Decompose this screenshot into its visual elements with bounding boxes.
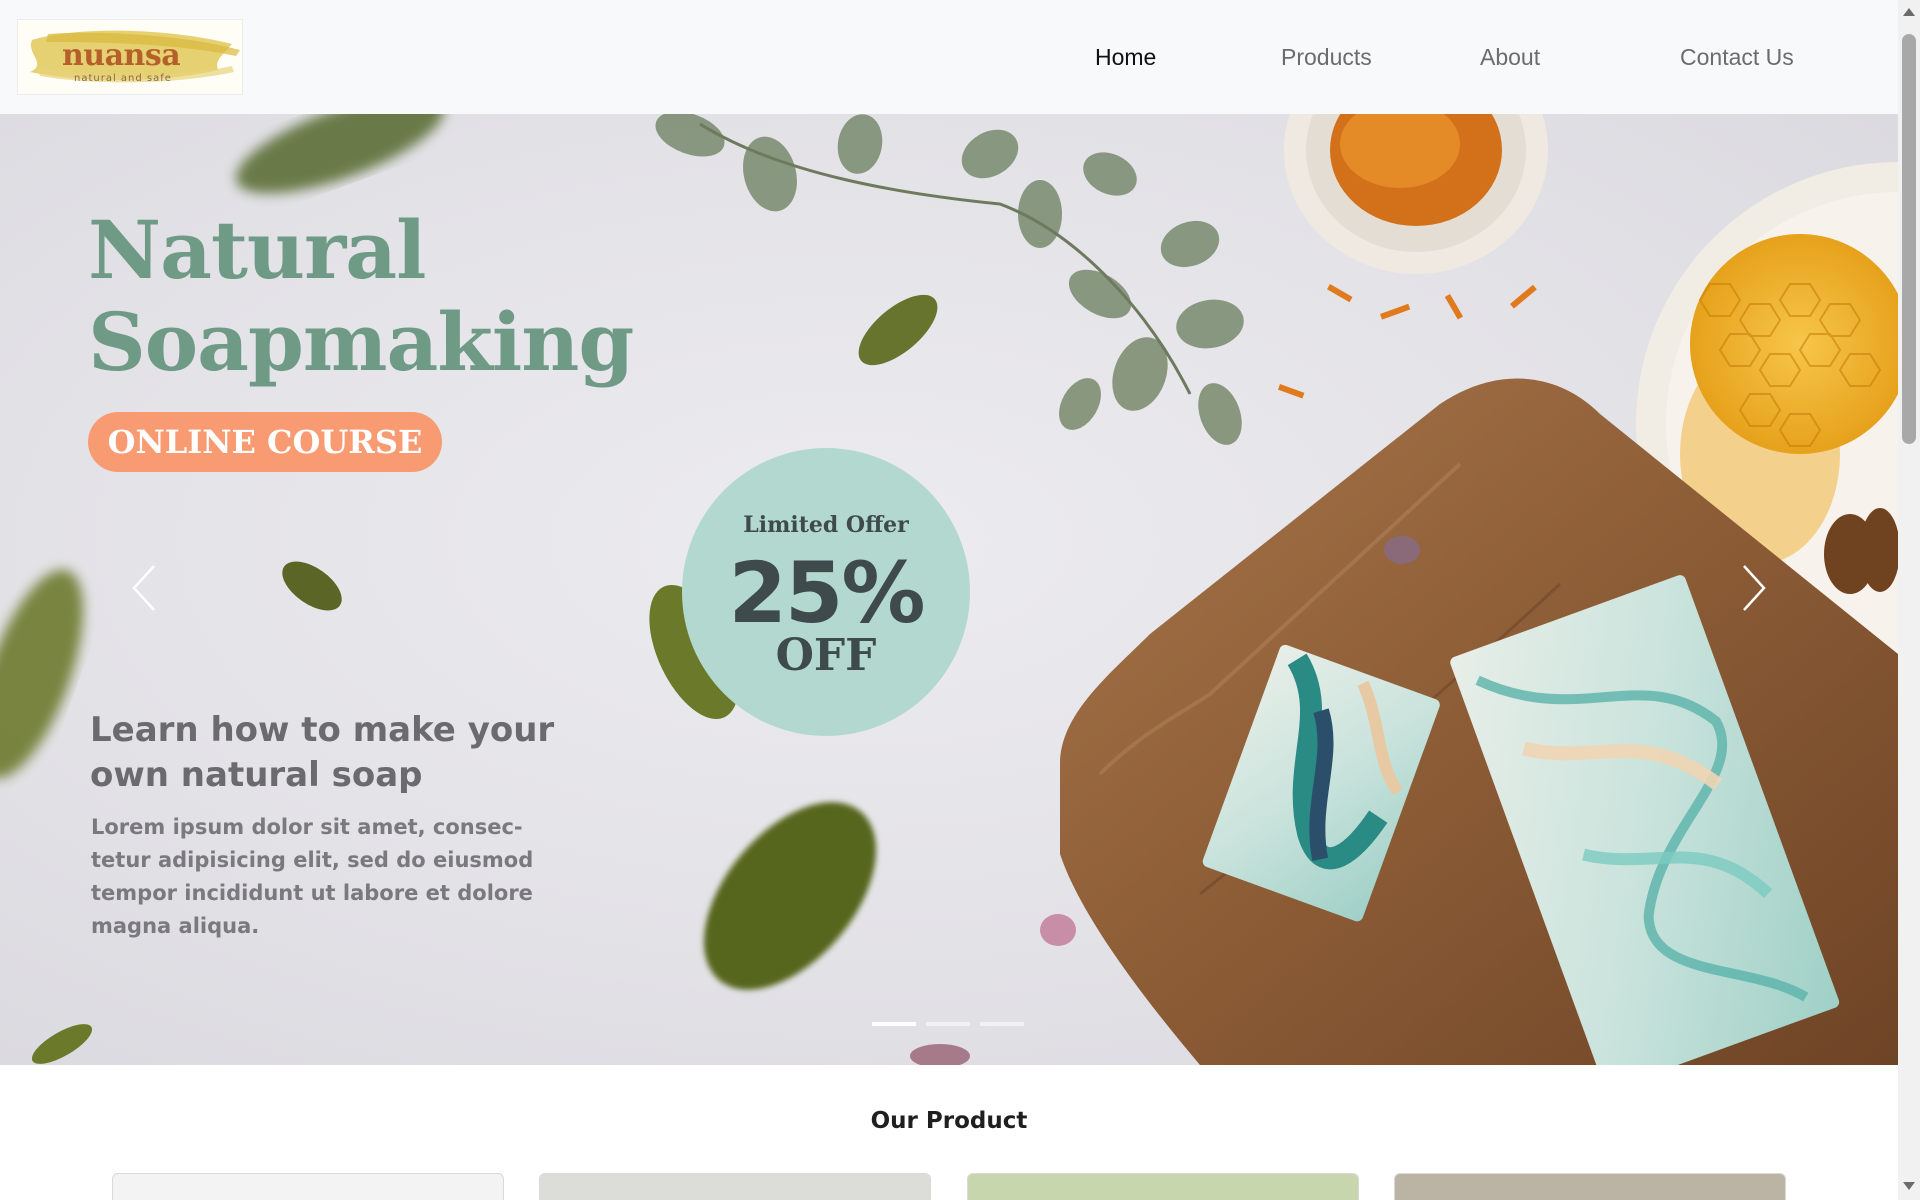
page-scrollbar[interactable] <box>1898 0 1920 1200</box>
product-card-1[interactable] <box>112 1173 504 1200</box>
hero-subtitle: Learn how to make your own natural soap <box>90 710 555 795</box>
page: nuansa natural and safe Home Products Ab… <box>0 0 1898 1200</box>
hero-title-line1: Natural <box>88 203 426 297</box>
product-card-2[interactable] <box>539 1173 931 1200</box>
hero-carousel: Natural Soapmaking ONLINE COURSE Limited… <box>0 114 1898 1065</box>
hero-title-line2: Soapmaking <box>88 295 634 389</box>
nav-home[interactable]: Home <box>1095 44 1156 71</box>
carousel-indicator-3[interactable] <box>980 1022 1024 1026</box>
carousel-indicator-2[interactable] <box>926 1022 970 1026</box>
product-card-4[interactable] <box>1394 1173 1786 1200</box>
scroll-up-arrow-icon[interactable] <box>1903 8 1915 16</box>
navbar: nuansa natural and safe Home Products Ab… <box>0 0 1898 114</box>
offer-off-text: OFF <box>775 630 877 681</box>
nav-contact-us[interactable]: Contact Us <box>1680 44 1794 71</box>
carousel-next-button[interactable] <box>1734 558 1774 618</box>
scroll-down-arrow-icon[interactable] <box>1903 1182 1915 1190</box>
our-product-heading: Our Product <box>870 1108 1028 1134</box>
nav-about[interactable]: About <box>1480 44 1540 71</box>
brand-logo[interactable]: nuansa natural and safe <box>17 19 243 95</box>
carousel-prev-button[interactable] <box>124 558 164 618</box>
chevron-left-icon <box>132 565 155 611</box>
offer-label: Limited Offer <box>743 512 909 538</box>
offer-percent: 25% <box>728 544 925 642</box>
online-course-badge: ONLINE COURSE <box>88 412 442 472</box>
hero-body-text: Lorem ipsum dolor sit amet, consec-tetur… <box>91 815 534 938</box>
hero-title: Natural Soapmaking <box>88 203 634 389</box>
carousel-indicator-1[interactable] <box>872 1022 916 1026</box>
brand-tagline: natural and safe <box>74 73 172 84</box>
product-card-3[interactable] <box>967 1173 1359 1200</box>
scrollbar-thumb[interactable] <box>1902 34 1916 444</box>
limited-offer-badge: Limited Offer 25% OFF <box>682 448 970 736</box>
nav-products[interactable]: Products <box>1281 44 1372 71</box>
chevron-right-icon <box>1743 565 1766 611</box>
brand-name: nuansa <box>62 38 181 73</box>
